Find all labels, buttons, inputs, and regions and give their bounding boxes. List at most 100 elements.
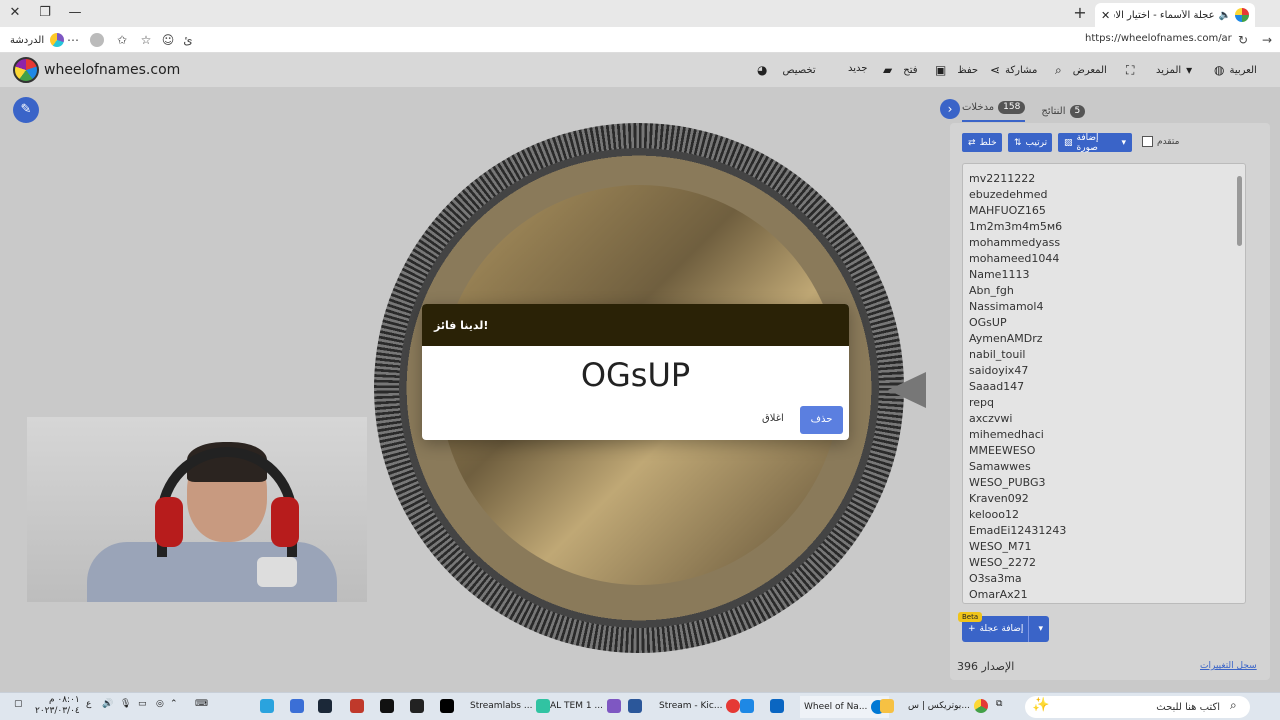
keyboard-lang[interactable]: ع [86,699,91,709]
entry-item[interactable]: AymenAMDrz [969,331,1239,347]
shuffle-button[interactable]: ⇄ خلط [962,133,1002,152]
file-explorer-icon[interactable] [880,699,894,713]
entry-item[interactable]: mihemedhaci [969,427,1239,443]
word-icon[interactable] [628,699,642,713]
notifications-icon[interactable]: ▢ [14,699,23,709]
telegram-icon[interactable] [260,699,274,713]
add-image-button[interactable]: ▨ إضافة صورة ▾ [1058,133,1132,153]
extensions-icon[interactable]: ☺ [160,32,176,48]
entry-item[interactable]: nabil_touil [969,347,1239,363]
tab-entries[interactable]: مدخلات 158 [962,101,1026,122]
menu-customize[interactable]: ◕ تخصيص [757,63,816,77]
avatar[interactable] [90,33,104,47]
entry-item[interactable]: MMEEWESO [969,443,1239,459]
entry-item[interactable]: OmarAx21 [969,587,1239,603]
edit-wheel-button[interactable]: ✎ [13,97,39,123]
remove-button[interactable]: حذف [800,406,843,434]
sort-button[interactable]: ⇅ ترتيب [1008,133,1052,152]
entry-item[interactable]: EmadEi12431243 [969,523,1239,539]
show-hidden-icons[interactable]: ⌃ [170,699,178,709]
taskbar-search[interactable]: اكتب هنا للبحث [1025,696,1250,718]
entry-item[interactable]: Kraven092 [969,491,1239,507]
collapse-panel-icon[interactable]: › [940,99,960,119]
tiktok-icon[interactable] [440,699,454,713]
touch-keyboard-icon[interactable]: ⌨ [195,699,208,709]
read-aloud-icon[interactable]: ئ [180,32,196,48]
changelog-link[interactable]: سجل التغييرات [1200,661,1257,671]
entry-item[interactable]: saidoyix47 [969,363,1239,379]
site-name[interactable]: wheelofnames.com [44,62,180,78]
entry-item[interactable]: kelooo12 [969,507,1239,523]
speaker-icon[interactable]: 🔈 [1219,10,1231,21]
entry-item[interactable]: axczvwi [969,411,1239,427]
entry-item[interactable]: mv2211222 [969,171,1239,187]
favorite-star-icon[interactable]: ☆ [138,32,154,48]
browser-tab[interactable]: ✕ عجلة الأسماء - اختيار الاسم العشوائي |… [1095,3,1255,27]
tray-app-icon[interactable]: ◎ [156,699,164,709]
taskbar-item-wheel[interactable]: Wheel of Na... [800,696,890,718]
entry-item[interactable]: MAHFUOZ165 [969,203,1239,219]
mic-tray-icon[interactable]: 🎙 [120,699,131,709]
url-field[interactable]: https://wheelofnames.com/ar [1085,33,1232,44]
entry-item[interactable]: mohameed1044 [969,251,1239,267]
taskbar-item-streamlabs[interactable]: Streamlabs ... [470,699,551,713]
entry-item[interactable]: WESO_M71 [969,539,1239,555]
close-tab-icon[interactable]: ✕ [1101,9,1110,22]
entry-item[interactable]: repq [969,395,1239,411]
menu-more[interactable]: المزيد ▾ [1156,63,1192,77]
task-view-icon[interactable]: ⧉ [996,699,1002,709]
collections-icon[interactable]: ✩ [114,32,130,48]
entry-item[interactable]: O3sa3ma [969,571,1239,587]
menu-language[interactable]: ◍ العربية [1214,63,1257,77]
fullscreen-button[interactable]: ⛶ [1126,63,1134,78]
sparkles-icon[interactable]: ✨ [1032,697,1049,713]
app-icon-e[interactable] [770,699,784,713]
entry-item[interactable]: mohammedyass [969,235,1239,251]
entries-scrollbar[interactable] [1237,176,1242,246]
entries-textarea[interactable]: mv2211222 ebuzedehmed MAHFUOZ165 1m2m3m4m5ᴍ… [962,163,1246,604]
taskbar-item-kick[interactable]: Stream - Kic... [659,699,741,713]
steam-icon[interactable] [318,699,332,713]
copilot-icon[interactable] [50,33,65,47]
minimize-window-icon[interactable]: — [64,4,86,22]
volume-icon[interactable]: 🔊 [102,699,113,709]
entry-item[interactable]: WESO_2272 [969,555,1239,571]
advanced-checkbox[interactable] [1142,136,1153,147]
menu-gallery[interactable]: ⌕ المعرض [1055,63,1107,78]
app-icon-d[interactable] [740,699,754,713]
entry-item[interactable]: Saaad147 [969,379,1239,395]
entry-item[interactable]: Samawwes [969,459,1239,475]
entry-item[interactable]: Nassimamol4 [969,299,1239,315]
close-button[interactable]: اغلاق [762,413,784,424]
add-wheel-caret-icon[interactable]: ▾ [1038,624,1043,634]
entry-item[interactable]: Abn_fgh [969,283,1239,299]
network-icon[interactable]: ▭ [138,699,147,709]
entry-item[interactable]: ebuzedehmed [969,187,1239,203]
new-tab-icon[interactable]: + [1070,4,1090,22]
back-icon[interactable]: → [1259,32,1275,48]
profile-chat[interactable]: الدردشة [10,33,65,47]
entry-item[interactable]: WESO_PUBG3 [969,475,1239,491]
menu-new[interactable]: جديد [848,63,867,74]
capcut-icon[interactable] [380,699,394,713]
menu-share[interactable]: ⋖ مشاركة [990,63,1037,77]
site-logo-icon[interactable] [13,57,39,83]
tab-results[interactable]: النتائج 5 [1041,101,1086,122]
clock[interactable]: ٠٨:٠١ م ٢٠٢٣/٠٣/٠٤ [35,695,80,717]
reload-icon[interactable]: ↻ [1235,32,1251,48]
menu-open[interactable]: ▰ فتح [883,63,918,77]
entry-item[interactable]: 1m2m3m4m5ᴍ6 [969,219,1239,235]
restore-window-icon[interactable]: ❐ [34,4,56,22]
dropdown-caret-icon[interactable]: ▾ [1121,138,1126,148]
app-icon-b[interactable] [350,699,364,713]
menu-save[interactable]: ▣ حفظ [935,63,978,77]
taskbar-item-altem[interactable]: AL TEM 1 ... [550,699,622,713]
app-icon-a[interactable] [290,699,304,713]
taskbar-item-chrome[interactable]: بوتريكس | س... [908,699,988,713]
close-window-icon[interactable]: ✕ [4,4,26,22]
app-icon-c[interactable] [410,699,424,713]
entry-item[interactable]: OGsUP [969,315,1239,331]
advanced-toggle[interactable]: متقدم [1142,136,1179,147]
entry-item[interactable]: Name1113 [969,267,1239,283]
more-options-icon[interactable]: ⋯ [65,32,81,48]
